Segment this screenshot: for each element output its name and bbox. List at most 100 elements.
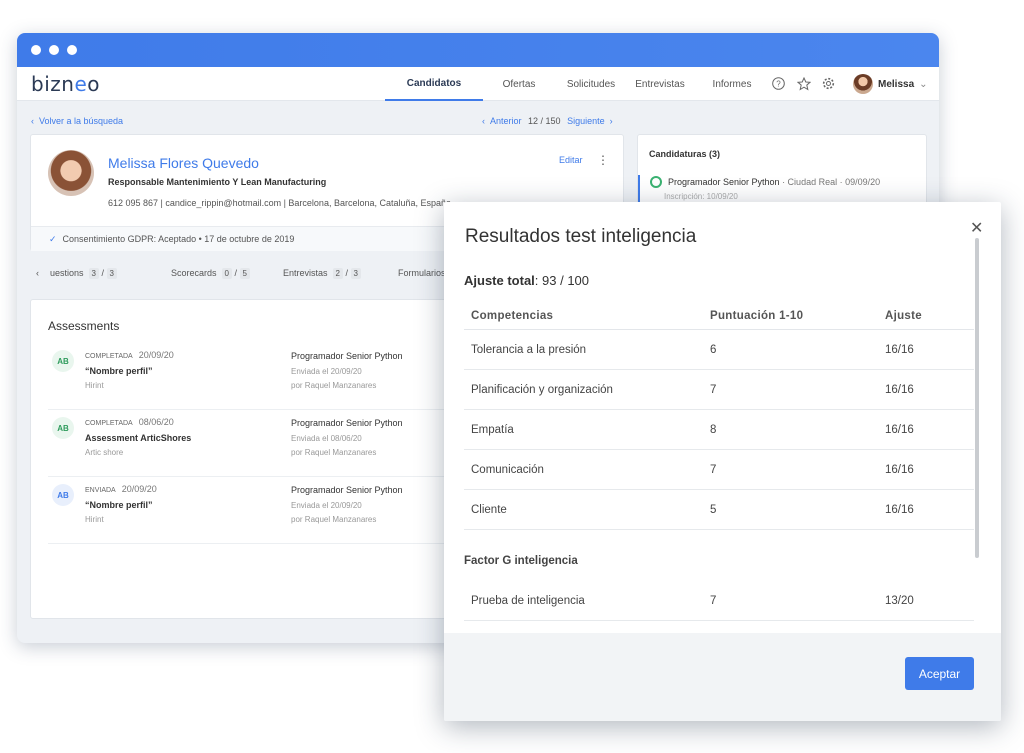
assessment-status: ENVIADA 20/09/20 [85,484,157,494]
assessment-sent: Enviada el 08/06/20 [291,434,362,443]
assessment-name: “Nombre perfil” [85,366,153,376]
assessment-by: por Raquel Manzanares [291,381,377,390]
candidaturas-title: Candidaturas (3) [649,149,721,159]
competency-name: Comunicación [471,464,544,476]
table-row: Comunicación 7 16/16 [464,450,974,490]
tab-entrevistas[interactable]: Entrevistas 2 / 3 [283,268,361,279]
prev-label: Anterior [490,116,522,126]
user-menu[interactable]: Melissa ⌄ [853,74,928,94]
tab-label: Entrevistas [283,268,328,278]
tab-questions[interactable]: uestions 3 / 3 [50,268,117,279]
table-row: Cliente 5 16/16 [464,490,974,530]
candidatura-inscripcion: Inscripción: 10/09/20 [664,192,738,201]
results-modal: Resultados test inteligencia ✕ Ajuste to… [444,202,1001,721]
tab-total: 3 [106,268,117,279]
tab-label: Scorecards [171,268,217,278]
candidate-subbar: ‹ Volver a la búsqueda ‹ Anterior 12 / 1… [17,109,939,131]
nav-tab-entrevistas[interactable]: Entrevistas [627,67,693,101]
assessment-name: “Nombre perfil” [85,500,153,510]
next-label: Siguiente [567,116,605,126]
badge-text: AB [57,356,69,366]
competency-name: Cliente [471,504,507,516]
next-link[interactable]: Siguiente › [567,116,613,126]
nav-tab-solicitudes[interactable]: Solicitudes [555,67,627,101]
status-date: 20/09/20 [121,484,157,494]
competency-score: 6 [710,344,717,356]
nav-tab-candidatos[interactable]: Candidatos [385,67,483,101]
column-header: Ajuste [885,310,922,322]
assessment-sent: Enviada el 20/09/20 [291,501,362,510]
modal-footer: Aceptar [444,633,1001,721]
competency-name: Tolerancia a la presión [471,344,587,356]
assessment-by: por Raquel Manzanares [291,515,377,524]
column-header: Competencias [471,310,554,322]
modal-scrollbar[interactable] [975,238,979,558]
competency-name: Planificación y organización [471,384,613,396]
competency-name: Empatía [471,424,514,436]
window-dot-minimize[interactable] [49,45,59,55]
tab-scorecards[interactable]: Scorecards 0 / 5 [171,268,250,279]
window-titlebar [17,33,939,67]
candidate-contact: 612 095 867 | candice_rippin@hotmail.com… [108,198,452,208]
bizneo-logo[interactable]: bizneo [31,72,100,96]
nav-tab-informes[interactable]: Informes [693,67,771,101]
competency-score: 8 [710,424,717,436]
window-dot-close[interactable] [31,45,41,55]
assessment-badge-icon: AB [52,350,74,372]
assessment-job: Programador Senior Python [291,351,403,361]
table-row: Planificación y organización 7 16/16 [464,370,974,410]
back-to-search-link[interactable]: ‹ Volver a la búsqueda [31,116,123,126]
candidate-title: Responsable Mantenimiento Y Lean Manufac… [108,177,327,187]
test-name: Prueba de inteligencia [471,595,585,607]
column-header: Puntuación 1-10 [710,310,804,322]
section-title: Factor G inteligencia [464,555,578,567]
assessment-job: Programador Senior Python [291,418,403,428]
top-navbar: bizneo Candidatos Ofertas Solicitudes En… [17,67,939,101]
edit-button[interactable]: Editar [559,155,583,165]
nav-icons: ? [771,76,836,91]
page-position: 12 / 150 [528,116,561,126]
back-label: Volver a la búsqueda [39,116,124,126]
candidatura-meta: · Ciudad Real · 09/09/20 [779,177,881,187]
assessment-badge-icon: AB [52,484,74,506]
tab-label: uestions [50,268,84,278]
status-date: 20/09/20 [138,350,174,360]
status-text: ENVIADA [85,487,116,494]
assessment-status: COMPLETADA 08/06/20 [85,417,174,427]
competency-score: 5 [710,504,717,516]
g-factor-table: Prueba de inteligencia 7 13/20 [464,581,974,621]
competency-fit: 16/16 [885,424,914,436]
check-icon: ✓ [49,234,57,244]
tab-scroll-left[interactable]: ‹ [36,268,39,278]
status-circle-icon [650,176,662,188]
logo-text-end: o [87,72,100,96]
tab-label: Formularios [398,268,446,278]
main-nav-tabs: Candidatos Ofertas Solicitudes Entrevist… [385,67,771,101]
tab-count: 3 [88,268,99,279]
help-icon[interactable]: ? [771,76,786,91]
gear-icon[interactable] [821,76,836,91]
assessment-sent: Enviada el 20/09/20 [291,367,362,376]
competency-fit: 16/16 [885,344,914,356]
tab-count: 2 [332,268,343,279]
tab-formularios[interactable]: Formularios [398,268,446,278]
table-header: Competencias Puntuación 1-10 Ajuste [464,305,974,330]
user-avatar [853,74,873,94]
candidate-name[interactable]: Melissa Flores Quevedo [108,155,259,171]
logo-text: bizn [31,72,75,96]
more-options-icon[interactable]: ⋮ [597,153,609,167]
competency-fit: 16/16 [885,504,914,516]
status-text: COMPLETADA [85,353,133,360]
close-icon[interactable]: ✕ [970,218,983,238]
star-icon[interactable] [796,76,811,91]
total-label: Ajuste total [464,273,535,288]
prev-link[interactable]: ‹ Anterior [482,116,522,126]
window-dot-maximize[interactable] [67,45,77,55]
assessment-source: Hirint [85,515,104,524]
nav-tab-ofertas[interactable]: Ofertas [483,67,555,101]
competency-score: 7 [710,464,717,476]
table-row: Empatía 8 16/16 [464,410,974,450]
competency-score: 7 [710,384,717,396]
accept-button[interactable]: Aceptar [905,657,974,690]
assessments-heading: Assessments [48,319,120,333]
